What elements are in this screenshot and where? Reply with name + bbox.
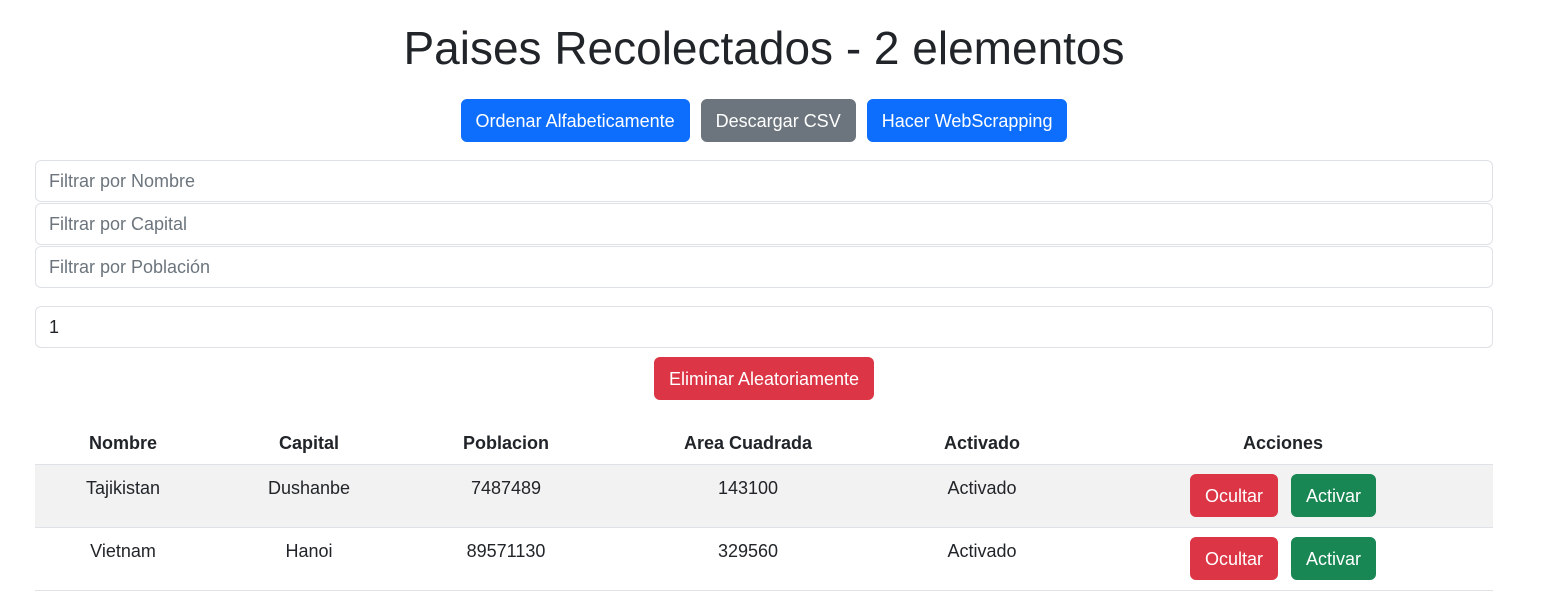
table-row: Tajikistan Dushanbe 7487489 143100 Activ… bbox=[35, 464, 1493, 528]
delete-count-input[interactable] bbox=[35, 306, 1493, 348]
table-header-row: Nombre Capital Poblacion Area Cuadrada A… bbox=[35, 422, 1493, 465]
filter-name-input[interactable] bbox=[35, 160, 1493, 202]
filters bbox=[35, 160, 1493, 288]
webscrapping-button[interactable]: Hacer WebScrapping bbox=[866, 99, 1068, 142]
filter-capital-input[interactable] bbox=[35, 203, 1493, 245]
column-header-activado: Activado bbox=[891, 422, 1073, 465]
cell-capital: Dushanbe bbox=[211, 464, 407, 528]
countries-table: Nombre Capital Poblacion Area Cuadrada A… bbox=[35, 422, 1493, 591]
hide-button[interactable]: Ocultar bbox=[1189, 474, 1278, 517]
column-header-capital: Capital bbox=[211, 422, 407, 465]
hide-button[interactable]: Ocultar bbox=[1189, 537, 1278, 580]
column-header-acciones: Acciones bbox=[1073, 422, 1493, 465]
cell-acciones: Ocultar Activar bbox=[1073, 464, 1493, 528]
cell-area: 143100 bbox=[605, 464, 891, 528]
cell-acciones: Ocultar Activar bbox=[1073, 527, 1493, 591]
delete-random-button[interactable]: Eliminar Aleatoriamente bbox=[653, 357, 875, 400]
download-csv-button[interactable]: Descargar CSV bbox=[700, 99, 856, 142]
cell-poblacion: 89571130 bbox=[407, 527, 605, 591]
filter-population-input[interactable] bbox=[35, 246, 1493, 288]
activate-button[interactable]: Activar bbox=[1291, 474, 1377, 517]
cell-nombre: Tajikistan bbox=[35, 464, 211, 528]
cell-poblacion: 7487489 bbox=[407, 464, 605, 528]
activate-button[interactable]: Activar bbox=[1291, 537, 1377, 580]
page-title: Paises Recolectados - 2 elementos bbox=[403, 22, 1125, 74]
cell-activado: Activado bbox=[891, 464, 1073, 528]
column-header-area: Area Cuadrada bbox=[605, 422, 891, 465]
cell-nombre: Vietnam bbox=[35, 527, 211, 591]
cell-capital: Hanoi bbox=[211, 527, 407, 591]
page-container: Paises Recolectados - 2 elementos Ordena… bbox=[35, 0, 1493, 591]
column-header-poblacion: Poblacion bbox=[407, 422, 605, 465]
delete-row: Eliminar Aleatoriamente bbox=[35, 357, 1493, 400]
sort-alphabetically-button[interactable]: Ordenar Alfabeticamente bbox=[460, 99, 690, 142]
table-row: Vietnam Hanoi 89571130 329560 Activado O… bbox=[35, 527, 1493, 591]
column-header-nombre: Nombre bbox=[35, 422, 211, 465]
cell-area: 329560 bbox=[605, 527, 891, 591]
toolbar: Ordenar Alfabeticamente Descargar CSV Ha… bbox=[35, 99, 1493, 142]
cell-activado: Activado bbox=[891, 527, 1073, 591]
